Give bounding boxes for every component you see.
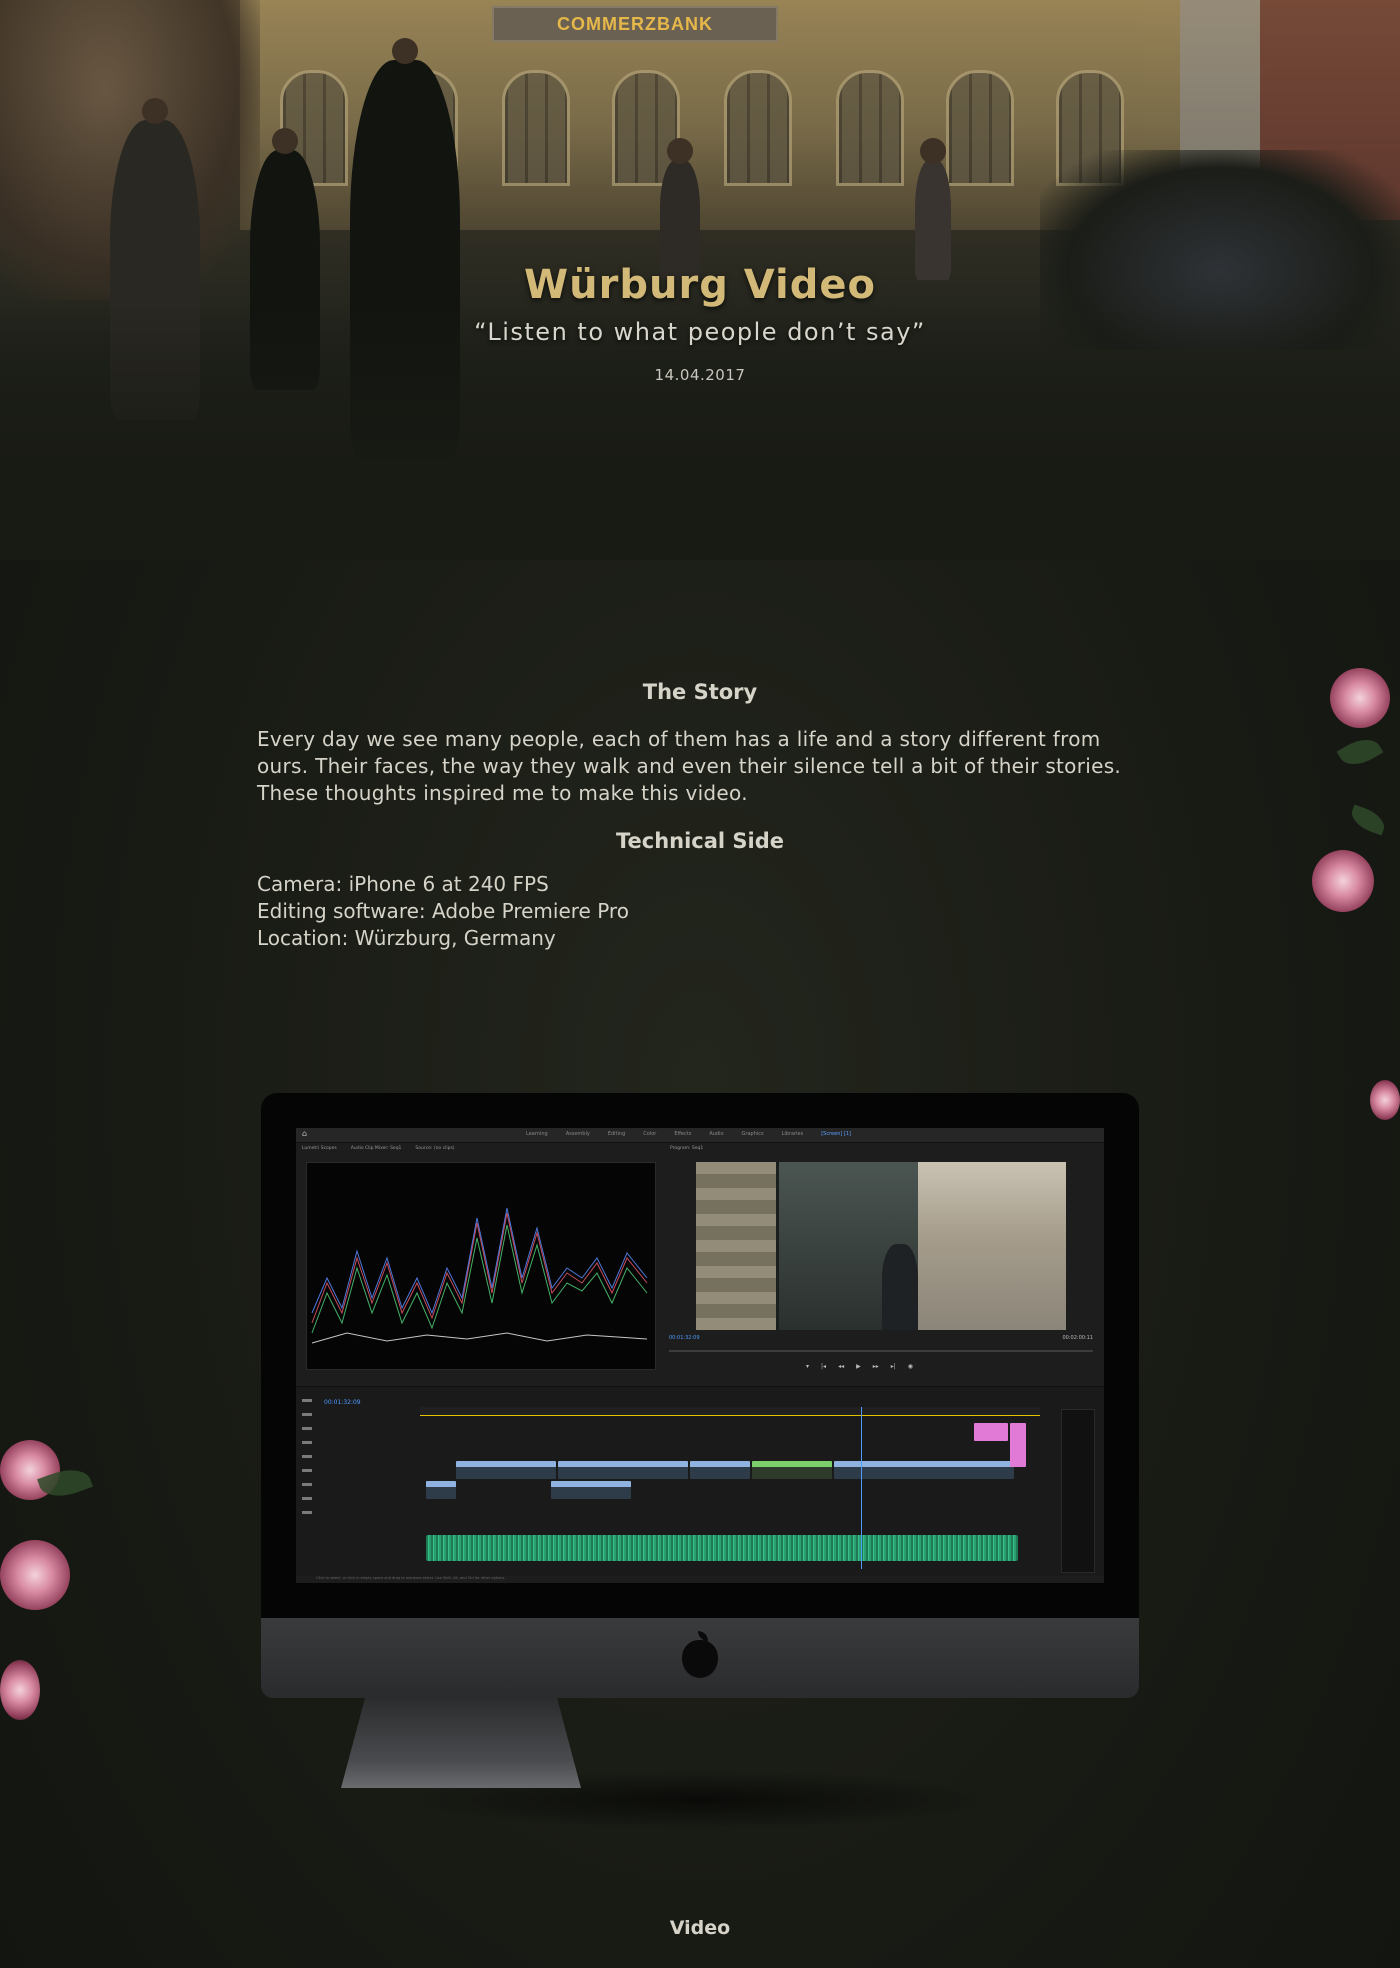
camera-icon[interactable]: ◉ [908,1363,913,1370]
audio-meter [1061,1409,1095,1573]
tab-assembly[interactable]: Assembly [566,1131,590,1137]
page-subtitle-quote: “Listen to what people don’t say” [474,318,926,346]
video-clip[interactable] [456,1461,556,1479]
tab-audio-clip-mixer[interactable]: Audio Clip Mixer: Seq1 [351,1146,402,1151]
hero-banner: COMMERZBANK Würburg Video “Listen to wha… [0,0,1400,560]
timeline-ruler[interactable] [420,1407,1040,1416]
video-section-label: Video [669,1917,731,1939]
arched-window [724,70,792,186]
video-clip[interactable] [690,1461,750,1479]
page-title: Würburg Video [524,262,876,308]
monitor-person [882,1244,918,1330]
flower [0,1660,40,1720]
flower [1330,668,1390,728]
tab-screen[interactable]: [Screen] [1] [821,1131,851,1137]
step-back-icon[interactable]: |◂ [821,1363,826,1370]
tab-libraries[interactable]: Libraries [782,1131,804,1137]
arched-window [502,70,570,186]
workspace-bar: ⌂ Learning Assembly Editing Color Effect… [296,1128,1104,1143]
imac-stand [341,1698,581,1788]
tab-program[interactable]: Program: Seq1 [670,1146,703,1151]
forward-icon[interactable]: ▸▸ [873,1363,879,1370]
flower [1312,850,1374,912]
flower [1370,1080,1400,1120]
video-clip[interactable] [426,1481,456,1499]
waveform-graph [311,1207,648,1344]
tech-list: Camera: iPhone 6 at 240 FPS Editing soft… [257,871,1143,952]
bank-sign: COMMERZBANK [492,6,778,42]
tab-audio[interactable]: Audio [709,1131,723,1137]
left-panel-tabs: Lumetri Scopes Audio Clip Mixer: Seq1 So… [302,1146,455,1151]
tab-graphics[interactable]: Graphics [742,1131,764,1137]
publish-date: 14.04.2017 [654,366,746,384]
video-clip-green[interactable] [752,1461,832,1479]
leaf [1336,731,1384,773]
video-clip[interactable] [558,1461,688,1479]
timeline-panel: 00:01:32:09 [296,1386,1104,1577]
tab-color[interactable]: Color [643,1131,656,1137]
tab-effects[interactable]: Effects [674,1131,691,1137]
tech-item-software: Editing software: Adobe Premiere Pro [257,899,629,923]
monitor-street [918,1162,1066,1330]
status-bar: Click to select, or click in empty space… [296,1576,1104,1583]
program-timecode: 00:01:32:09 [669,1335,700,1341]
flower [0,1540,70,1610]
rewind-icon[interactable]: ◂◂ [838,1363,844,1370]
apple-logo-icon [682,1631,718,1678]
step-forward-icon[interactable]: ▸| [891,1363,896,1370]
program-panel-tabs: Program: Seq1 [670,1146,703,1151]
transport-controls: ▾ |◂ ◂◂ ▶ ▸▸ ▸| ◉ [806,1363,913,1370]
tab-lumetri-scopes[interactable]: Lumetri Scopes [302,1146,337,1151]
tab-learning[interactable]: Learning [526,1131,548,1137]
program-scrubber[interactable] [669,1350,1093,1352]
imac-bezel: ⌂ Learning Assembly Editing Color Effect… [261,1093,1139,1618]
story-body: Every day we see many people, each of th… [257,727,1122,805]
playhead[interactable] [861,1407,862,1569]
tech-heading: Technical Side [615,829,785,853]
tech-item-camera: Camera: iPhone 6 at 240 FPS [257,872,549,896]
play-icon[interactable]: ▶ [856,1363,861,1370]
tab-source[interactable]: Source: (no clips) [415,1146,454,1151]
marker-icon[interactable]: ▾ [806,1363,809,1370]
lumetri-scope-waveform [306,1162,656,1370]
tab-editing[interactable]: Editing [608,1131,625,1137]
program-monitor[interactable] [696,1162,1066,1330]
imac-mockup: ⌂ Learning Assembly Editing Color Effect… [261,1093,1139,1698]
title-clip-pink[interactable] [1010,1423,1026,1467]
audio-track-waveform[interactable] [426,1535,1018,1561]
arched-window [836,70,904,186]
program-duration: 00:02:00:11 [1062,1335,1093,1341]
timeline-timecode: 00:01:32:09 [324,1399,361,1406]
program-timecode-bar: 00:01:32:09 00:02:00:11 [669,1335,1093,1345]
leaf [1347,804,1389,836]
story-heading: The Story [642,680,758,704]
title-clip-pink[interactable] [974,1423,1008,1441]
monitor-building-left [696,1162,776,1330]
video-clip[interactable] [551,1481,631,1499]
home-icon[interactable]: ⌂ [302,1130,310,1138]
story-section: The Story Every day we see many people, … [257,680,1143,952]
workspace-tabs: Learning Assembly Editing Color Effects … [526,1131,851,1137]
premiere-screen: ⌂ Learning Assembly Editing Color Effect… [296,1128,1104,1583]
arched-window [946,70,1014,186]
tools-panel[interactable] [302,1399,312,1519]
tech-item-location: Location: Würzburg, Germany [257,926,556,950]
page: COMMERZBANK Würburg Video “Listen to wha… [0,0,1400,1968]
